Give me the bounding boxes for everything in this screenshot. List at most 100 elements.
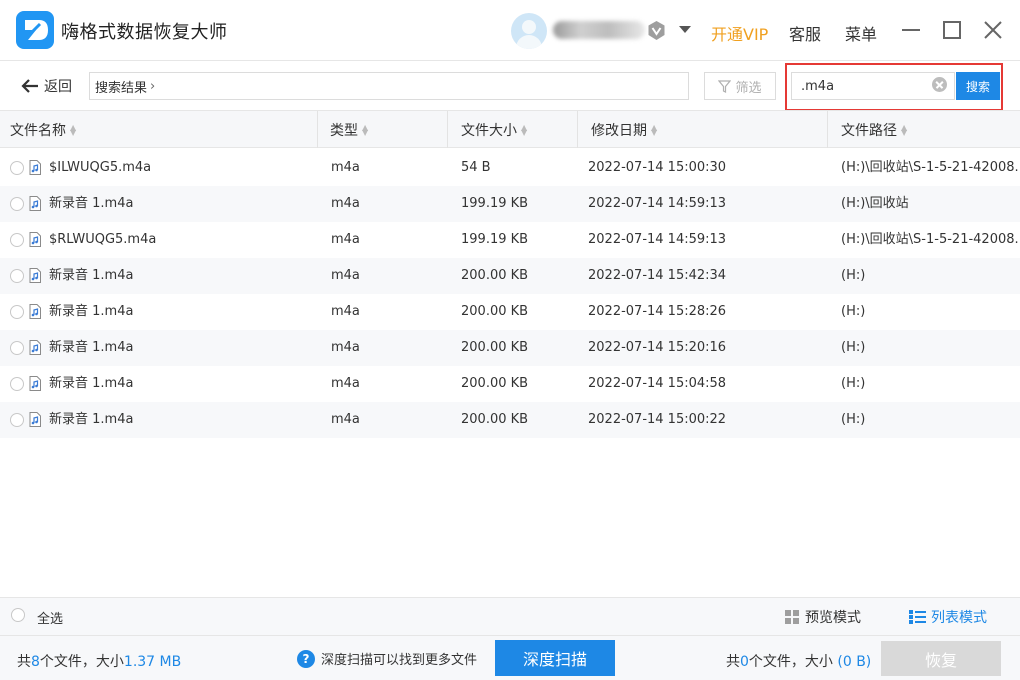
app-logo-icon [16,11,54,49]
back-button[interactable]: 返回 [20,75,72,97]
file-size: 200.00 KB [461,412,529,427]
row-radio[interactable] [10,233,24,247]
maximize-icon[interactable] [943,21,961,39]
file-date: 2022-07-14 15:00:22 [588,412,727,427]
file-size: 199.19 KB [461,232,529,247]
table-row[interactable]: 新录音 1.m4a m4a 200.00 KB 2022-07-14 15:42… [0,258,1020,294]
sort-icon: ▲ ▼ [901,122,908,137]
file-type: m4a [331,268,360,283]
file-size: 200.00 KB [461,376,529,391]
clear-search-icon[interactable] [932,77,947,92]
row-radio[interactable] [10,161,24,175]
file-date: 2022-07-14 15:42:34 [588,268,727,283]
table-row[interactable]: 新录音 1.m4a m4a 200.00 KB 2022-07-14 15:20… [0,330,1020,366]
file-size: 200.00 KB [461,268,529,283]
table-header: 文件名称 ▲ ▼ 类型 ▲ ▼ 文件大小 ▲ ▼ 修改日期 ▲ ▼ 文件路径 ▲ ▼ [0,110,1020,148]
file-type: m4a [331,160,360,175]
file-size: 200.00 KB [461,340,529,355]
select-bar: 全选 预览模式 列表模式 [0,597,1020,635]
search-button[interactable]: 搜索 [956,72,1000,100]
file-date: 2022-07-14 15:04:58 [588,376,727,391]
customer-service-link[interactable]: 客服 [789,21,821,45]
selected-files-summary: 共0个文件，大小 (0 B) [726,654,872,670]
file-path: (H:) [841,268,866,283]
deep-scan-button[interactable]: 深度扫描 [495,640,615,676]
file-date: 2022-07-14 14:59:13 [588,232,727,247]
title-bar: 嗨格式数据恢复大师 开通VIP 客服 菜单 [0,0,1020,60]
sort-icon: ▲ ▼ [70,122,77,137]
file-path: (H:) [841,412,866,427]
column-header-name[interactable]: 文件名称 ▲ ▼ [0,111,318,148]
open-vip-link[interactable]: 开通VIP [711,21,768,45]
filter-label: 筛选 [735,80,762,96]
table-row[interactable]: $ILWUQG5.m4a m4a 54 B 2022-07-14 15:00:3… [0,150,1020,186]
filter-button[interactable]: 筛选 [704,72,776,100]
username-redacted[interactable] [553,21,645,39]
file-path: (H:)\回收站\S-1-5-21-42008... [841,232,1020,247]
preview-mode-label: 预览模式 [805,610,861,626]
list-icon [909,610,926,624]
file-type: m4a [331,412,360,427]
table-row[interactable]: 新录音 1.m4a m4a 200.00 KB 2022-07-14 15:28… [0,294,1020,330]
table-row[interactable]: $RLWUQG5.m4a m4a 199.19 KB 2022-07-14 14… [0,222,1020,258]
row-radio[interactable] [10,269,24,283]
select-all-radio[interactable] [11,608,25,622]
row-radio[interactable] [10,377,24,391]
preview-mode-button[interactable]: 预览模式 [785,607,861,627]
help-icon[interactable]: ? [297,649,315,668]
table-row[interactable]: 新录音 1.m4a m4a 199.19 KB 2022-07-14 14:59… [0,186,1020,222]
row-radio[interactable] [10,197,24,211]
file-date: 2022-07-14 15:00:30 [588,160,727,175]
audio-file-icon [29,160,41,175]
file-name: $RLWUQG5.m4a [49,232,157,247]
sort-icon: ▲ ▼ [651,122,658,137]
close-icon[interactable] [983,20,1003,40]
file-path: (H:) [841,304,866,319]
minimize-icon[interactable] [902,29,920,31]
row-radio[interactable] [10,341,24,355]
file-path: (H:) [841,376,866,391]
column-header-path[interactable]: 文件路径 ▲ ▼ [828,111,1020,148]
audio-file-icon [29,412,41,427]
file-size: 54 B [461,160,491,175]
table-row[interactable]: 新录音 1.m4a m4a 200.00 KB 2022-07-14 15:04… [0,366,1020,402]
audio-file-icon [29,232,41,247]
user-dropdown-icon[interactable] [679,26,691,33]
breadcrumb-item[interactable]: 搜索结果 [95,77,147,96]
list-mode-button[interactable]: 列表模式 [909,607,987,627]
menu-link[interactable]: 菜单 [845,21,877,45]
file-type: m4a [331,340,360,355]
audio-file-icon [29,268,41,283]
arrow-left-icon [21,79,38,93]
selected-count: 0 [740,654,749,670]
total-files-summary: 共8个文件，大小1.37 MB [17,654,182,670]
column-header-type[interactable]: 类型 ▲ ▼ [318,111,448,148]
file-name: $ILWUQG5.m4a [49,160,152,175]
file-size: 200.00 KB [461,304,529,319]
file-path: (H:)\回收站\S-1-5-21-42008... [841,160,1020,175]
file-name: 新录音 1.m4a [49,268,134,283]
file-path: (H:) [841,340,866,355]
file-name: 新录音 1.m4a [49,412,134,427]
file-date: 2022-07-14 15:28:26 [588,304,727,319]
column-header-date[interactable]: 修改日期 ▲ ▼ [578,111,828,148]
file-type: m4a [331,196,360,211]
table-row[interactable]: 新录音 1.m4a m4a 200.00 KB 2022-07-14 15:00… [0,402,1020,438]
user-avatar[interactable] [511,13,547,49]
hint-text: 深度扫描可以找到更多文件 [321,653,478,668]
file-type: m4a [331,376,360,391]
file-type: m4a [331,232,360,247]
file-date: 2022-07-14 14:59:13 [588,196,727,211]
row-radio[interactable] [10,413,24,427]
file-path: (H:)\回收站 [841,196,909,211]
column-header-size[interactable]: 文件大小 ▲ ▼ [448,111,578,148]
total-count: 8 [31,654,40,670]
recover-button[interactable]: 恢复 [881,641,1001,676]
search-input[interactable] [791,72,955,100]
vip-badge-icon [648,21,665,40]
select-all-label[interactable]: 全选 [37,608,63,627]
row-radio[interactable] [10,305,24,319]
file-name: 新录音 1.m4a [49,376,134,391]
audio-file-icon [29,304,41,319]
file-size: 199.19 KB [461,196,529,211]
